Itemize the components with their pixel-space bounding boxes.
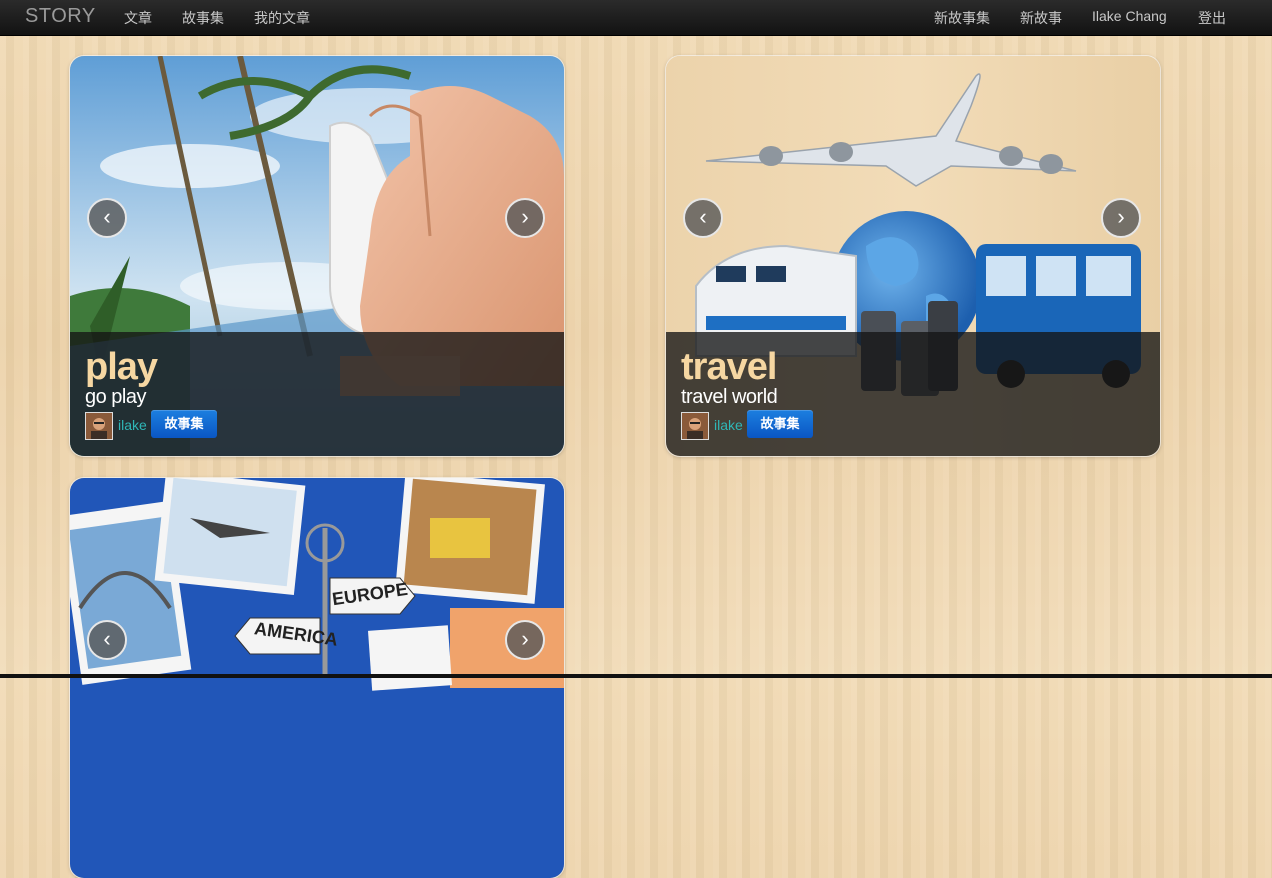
author-name[interactable]: ilake (118, 417, 147, 433)
nav-new-story[interactable]: 新故事 (1020, 8, 1062, 28)
card-image-travel-collage (70, 478, 564, 878)
story-collection-badge[interactable]: 故事集 (151, 410, 217, 438)
nav-logout[interactable]: 登出 (1198, 8, 1226, 28)
bottom-edge-bar (0, 674, 1272, 678)
story-collection-card-play[interactable]: ‹ › play go play ilake 故事集 (70, 56, 564, 456)
user-avatar[interactable] (85, 412, 113, 440)
nav-story-collections[interactable]: 故事集 (182, 8, 224, 28)
card-title[interactable]: travel (681, 348, 777, 386)
nav-new-collection[interactable]: 新故事集 (934, 8, 990, 28)
nav-my-articles[interactable]: 我的文章 (254, 8, 310, 28)
card-subtitle: travel world (681, 386, 778, 408)
brand-logo[interactable]: STORY (25, 5, 96, 28)
user-avatar[interactable] (681, 412, 709, 440)
author-name[interactable]: ilake (714, 417, 743, 433)
carousel-next-button[interactable]: › (505, 620, 545, 660)
card-caption: travel travel world ilake 故事集 (666, 332, 1160, 456)
nav-articles[interactable]: 文章 (124, 8, 152, 28)
carousel-prev-button[interactable]: ‹ (87, 198, 127, 238)
card-subtitle: go play (85, 386, 147, 408)
carousel-next-button[interactable]: › (1101, 198, 1141, 238)
carousel-prev-button[interactable]: ‹ (683, 198, 723, 238)
story-collection-card-travel[interactable]: ‹ › travel travel world ilake 故事集 (666, 56, 1160, 456)
card-caption: play go play ilake 故事集 (70, 332, 564, 456)
carousel-next-button[interactable]: › (505, 198, 545, 238)
top-navbar: STORY 文章 故事集 我的文章 新故事集 新故事 Ilake Chang 登… (0, 0, 1272, 36)
story-collection-card-collage[interactable]: ‹ › EUROPE AMERICA (70, 478, 564, 878)
nav-user-profile[interactable]: Ilake Chang (1092, 8, 1167, 24)
story-collection-badge[interactable]: 故事集 (747, 410, 813, 438)
card-title[interactable]: play (85, 348, 158, 386)
carousel-prev-button[interactable]: ‹ (87, 620, 127, 660)
